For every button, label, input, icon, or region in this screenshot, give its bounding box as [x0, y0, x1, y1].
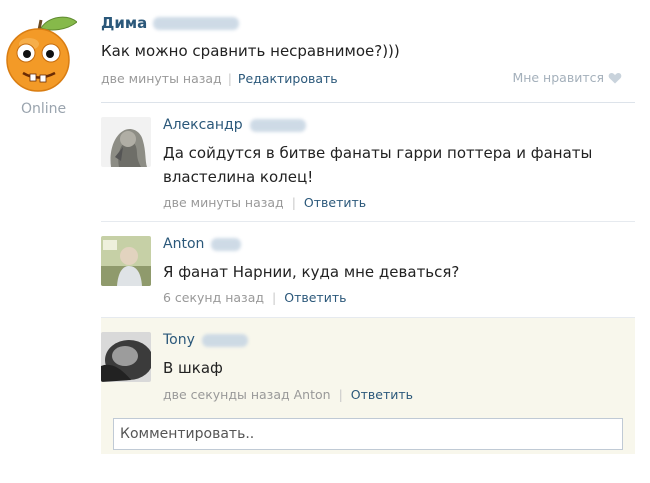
- meta-divider: |: [291, 195, 296, 210]
- reply-text: Да сойдутся в битве фанаты гарри поттера…: [163, 144, 593, 186]
- reply-button[interactable]: Ответить: [284, 290, 346, 305]
- post-text: Как можно сравнить несравнимое?))): [101, 42, 400, 60]
- reply-avatar-anton[interactable]: [101, 236, 151, 286]
- reply-meta: две минуты назад | Ответить: [163, 195, 366, 210]
- reply-avatar-tony[interactable]: [101, 332, 151, 382]
- meta-divider: |: [272, 290, 277, 305]
- blurred-surname: [153, 16, 240, 30]
- edit-link[interactable]: Редактировать: [238, 71, 338, 86]
- reply-item: Anton Я фанат Нарнии, куда мне деваться?…: [101, 222, 635, 318]
- meta-divider: |: [227, 71, 232, 86]
- author-avatar-orange[interactable]: [5, 8, 78, 94]
- reply-button[interactable]: Ответить: [304, 195, 366, 210]
- reply-item-highlighted: Tony В шкаф две секунды назад Anton | От…: [101, 318, 635, 410]
- meta-divider: |: [338, 387, 343, 402]
- reply-avatar-alexander[interactable]: [101, 117, 151, 167]
- reply-author-first-name: Tony: [163, 332, 195, 348]
- heart-icon: [608, 71, 622, 85]
- reply-author-name[interactable]: Александр: [163, 117, 306, 133]
- post-author-name[interactable]: Дима: [101, 14, 240, 32]
- reply-addressee[interactable]: Anton: [294, 387, 331, 402]
- reply-text: Я фанат Нарнии, куда мне деваться?: [163, 263, 460, 281]
- reply-author-first-name: Anton: [163, 236, 205, 252]
- reply-text: В шкаф: [163, 359, 223, 377]
- reply-meta: две секунды назад Anton | Ответить: [163, 387, 413, 402]
- like-button[interactable]: Мне нравится: [512, 70, 622, 85]
- blurred-surname: [211, 237, 242, 251]
- reply-time-link[interactable]: две секунды назад: [163, 387, 290, 402]
- online-status: Online: [21, 101, 67, 117]
- post-meta: две минуты назад | Редактировать: [101, 71, 338, 86]
- comment-area: [101, 408, 635, 454]
- comment-input[interactable]: [113, 418, 623, 450]
- reply-button[interactable]: Ответить: [351, 387, 413, 402]
- reply-author-name[interactable]: Anton: [163, 236, 242, 252]
- replies-list: Александр Да сойдутся в битве фанаты гар…: [101, 102, 635, 410]
- reply-meta: 6 секунд назад | Ответить: [163, 290, 346, 305]
- reply-author-name[interactable]: Tony: [163, 332, 248, 348]
- reply-time-link[interactable]: две минуты назад: [163, 195, 284, 210]
- blurred-surname: [249, 118, 306, 132]
- blurred-surname: [201, 333, 248, 347]
- like-label: Мне нравится: [512, 70, 604, 85]
- reply-time-link[interactable]: 6 секунд назад: [163, 290, 264, 305]
- post-time-link[interactable]: две минуты назад: [101, 71, 222, 86]
- reply-item: Александр Да сойдутся в битве фанаты гар…: [101, 103, 635, 222]
- post-author-first-name: Дима: [101, 14, 148, 32]
- reply-author-first-name: Александр: [163, 117, 243, 133]
